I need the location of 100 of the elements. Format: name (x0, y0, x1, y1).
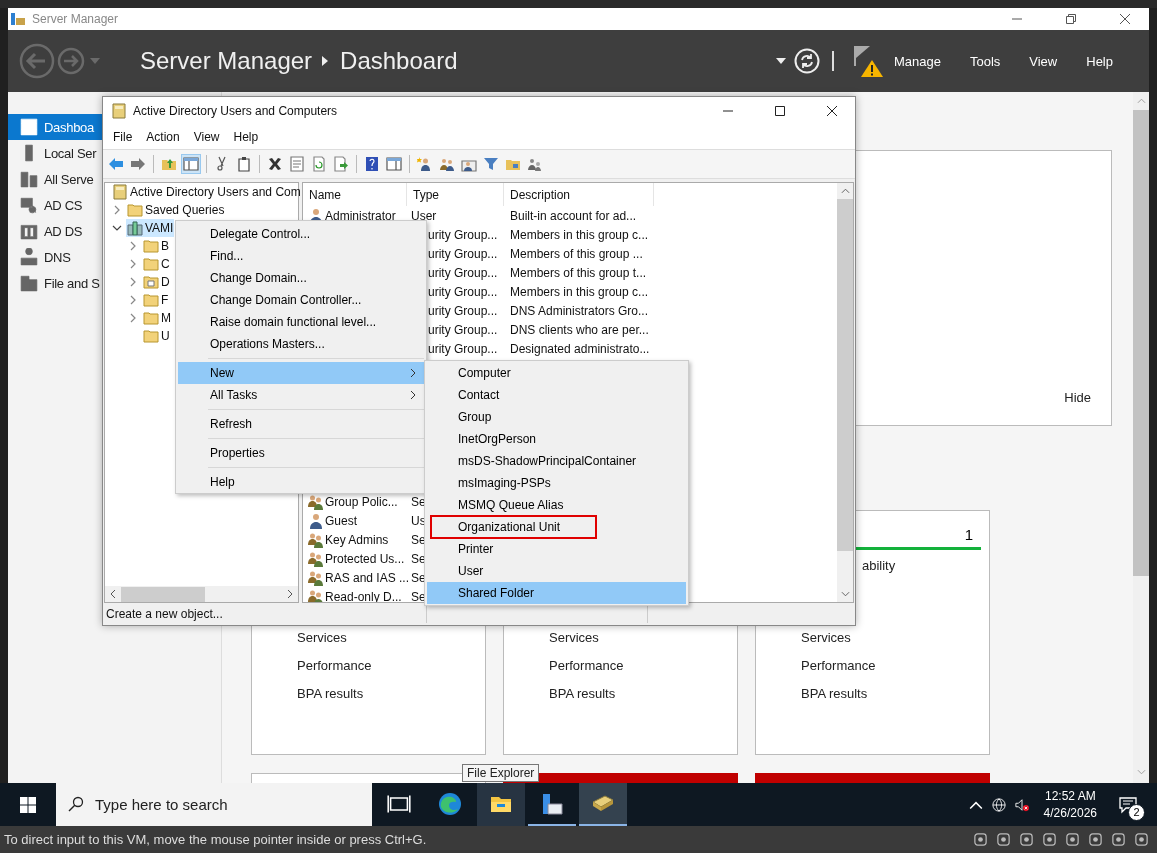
expand-icon[interactable] (128, 241, 138, 251)
menu-item[interactable]: File (113, 130, 133, 144)
menu-item[interactable]: msImaging-PSPs (427, 472, 686, 494)
sidebar-item[interactable]: DNS (8, 244, 102, 270)
scroll-down-icon[interactable] (840, 591, 850, 597)
tree-pane-button[interactable] (181, 154, 201, 174)
menu-item[interactable]: Computer (427, 362, 686, 384)
menu-item[interactable]: Help (233, 130, 259, 144)
sidebar-item[interactable]: Local Ser (8, 140, 102, 166)
expand-icon[interactable] (128, 295, 138, 305)
help-icon (364, 156, 380, 172)
dropdown-icon[interactable] (775, 58, 786, 64)
menu-item[interactable]: Action (146, 130, 180, 144)
menu-item[interactable]: Organizational Unit (427, 516, 686, 538)
menu-item[interactable]: Change Domain... (178, 267, 424, 289)
expand-icon[interactable] (128, 259, 138, 269)
sidebar-item[interactable]: Dashboa (8, 114, 102, 140)
tile-item[interactable]: BPA results (297, 686, 364, 703)
tree-item[interactable]: Active Directory Users and Com (111, 183, 302, 201)
menu-item[interactable]: Find... (178, 245, 424, 267)
menu-item[interactable]: Group (427, 406, 686, 428)
pane-button[interactable] (384, 154, 404, 174)
refresh-icon[interactable] (793, 48, 820, 74)
audio-icon[interactable] (1042, 832, 1057, 847)
expand-icon[interactable] (128, 313, 138, 323)
scrollbar[interactable] (105, 586, 298, 602)
tree-item[interactable]: U (142, 327, 171, 345)
menu-item[interactable]: New (178, 362, 424, 384)
scroll-right-icon[interactable] (287, 589, 293, 599)
sidebar-item[interactable]: AD DS (8, 218, 102, 244)
close-icon[interactable] (827, 106, 837, 116)
menu-item[interactable]: Delegate Control... (178, 223, 424, 245)
menu-item[interactable]: View (193, 130, 220, 144)
sidebar-item[interactable]: File and S (8, 270, 102, 296)
menu-item[interactable]: MSMQ Queue Alias (427, 494, 686, 516)
tree-item[interactable]: B (142, 237, 170, 255)
menu-item[interactable]: Refresh (178, 413, 424, 435)
sidebar-item[interactable]: All Serve (8, 166, 102, 192)
export-button[interactable] (331, 154, 351, 174)
tree-label: C (161, 257, 170, 271)
tree-label: F (161, 293, 169, 307)
menu-item[interactable]: msDS-ShadowPrincipalContainer (427, 450, 686, 472)
column-header[interactable]: Type (407, 183, 504, 206)
tile-item[interactable]: BPA results (549, 686, 616, 703)
menu-item[interactable]: Change Domain Controller... (178, 289, 424, 311)
notification-button[interactable]: 2 (1113, 789, 1143, 820)
maximize-icon[interactable] (775, 106, 785, 116)
tile-item[interactable]: Performance (297, 658, 372, 675)
keyboard-icon[interactable] (1111, 832, 1126, 847)
taskbar-app[interactable] (579, 783, 627, 826)
scroll-left-icon[interactable] (110, 589, 116, 599)
menu-item[interactable]: Contact (427, 384, 686, 406)
menu-item[interactable]: Tools (969, 53, 1001, 69)
restore-icon[interactable] (1066, 14, 1076, 24)
menu-item[interactable]: Help (178, 471, 424, 493)
menu-item[interactable]: View (1029, 53, 1058, 69)
expand-icon[interactable] (128, 277, 138, 287)
collapse-icon[interactable] (112, 223, 122, 233)
mouse-icon[interactable] (1134, 832, 1149, 847)
search-field[interactable]: Type here to search (56, 783, 372, 826)
menu-item[interactable]: User (427, 560, 686, 582)
menu-item[interactable]: Help (1086, 53, 1113, 69)
menu-item[interactable]: Raise domain functional level... (178, 311, 424, 333)
sidebar-item[interactable]: AD CS (8, 192, 102, 218)
close-icon[interactable] (1120, 14, 1130, 24)
globe-icon[interactable] (991, 797, 1006, 812)
expand-icon[interactable] (112, 205, 122, 215)
scrollbar[interactable] (837, 183, 853, 602)
column-header[interactable]: Name (303, 183, 407, 206)
clock[interactable]: 12:52 AM 4/26/2026 (1043, 787, 1097, 822)
tree-item[interactable]: Saved Queries (126, 201, 226, 219)
menu-item[interactable]: Shared Folder (427, 582, 686, 604)
speaker-muted-icon[interactable] (1014, 797, 1029, 812)
column-header[interactable]: Description (504, 183, 654, 206)
tile-item[interactable]: Performance (801, 658, 876, 675)
taskbar-app[interactable] (477, 783, 525, 826)
tree-item[interactable]: VAMI (126, 219, 175, 237)
menu-item[interactable]: InetOrgPerson (427, 428, 686, 450)
menu-item[interactable]: Printer (427, 538, 686, 560)
menu-item[interactable]: Manage (893, 53, 941, 69)
flag-icon[interactable] (851, 44, 884, 78)
menu-item[interactable]: Properties (178, 442, 424, 464)
hide-link[interactable]: Hide (1064, 390, 1091, 405)
tile-item[interactable]: Services (549, 630, 599, 647)
network-icon[interactable] (1019, 832, 1034, 847)
display-icon[interactable] (1088, 832, 1103, 847)
tree-item[interactable]: C (142, 255, 171, 273)
tile-item[interactable]: Services (801, 630, 851, 647)
table-cell: Designated administrato... (510, 341, 650, 356)
scroll-up-icon[interactable] (840, 188, 850, 194)
usb-icon[interactable] (1065, 832, 1080, 847)
tile-item[interactable]: BPA results (801, 686, 868, 703)
menu-item[interactable]: Operations Masters... (178, 333, 424, 355)
tile-item[interactable]: Performance (549, 658, 624, 675)
tree-item[interactable]: F (142, 291, 170, 309)
menu-item[interactable]: All Tasks (178, 384, 424, 406)
tree-item[interactable]: D (142, 273, 171, 291)
tile-item[interactable]: Services (297, 630, 347, 647)
tile-item[interactable]: ability (862, 558, 989, 573)
tree-item[interactable]: M (142, 309, 172, 327)
